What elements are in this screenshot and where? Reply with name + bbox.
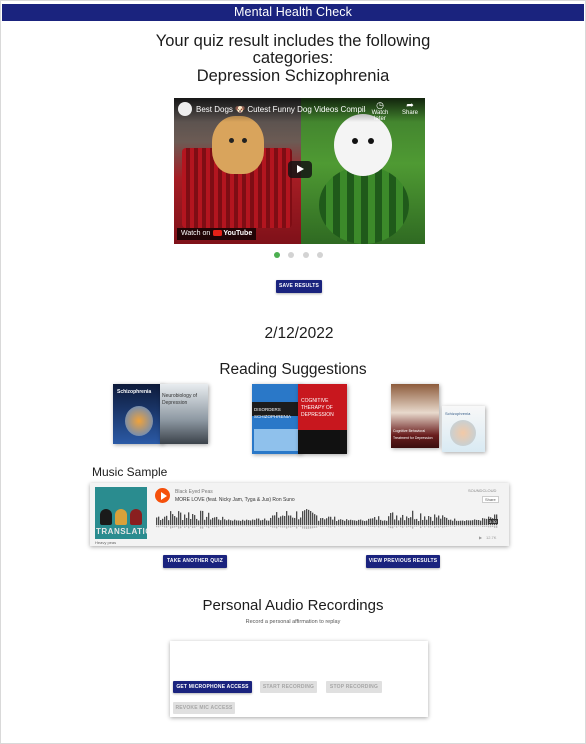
- golden-puppy: [212, 116, 264, 174]
- video-player[interactable]: Best Dogs 🐶 Cutest Funny Dog Videos Comp…: [174, 98, 425, 244]
- video-title[interactable]: Best Dogs 🐶 Cutest Funny Dog Videos Comp…: [196, 105, 366, 114]
- music-sample-label: Music Sample: [92, 465, 168, 479]
- result-categories: Depression Schizophrenia: [196, 67, 390, 85]
- waveform[interactable]: [156, 507, 498, 529]
- share-arrow-icon: ➦: [406, 100, 414, 110]
- watch-later-button[interactable]: ◷ Watch later: [367, 100, 393, 122]
- recording-panel: GET MICROPHONE ACCESS START RECORDING ST…: [170, 641, 428, 717]
- cover-credit[interactable]: Heavy peas: [95, 540, 116, 545]
- app-header: Mental Health Check: [2, 4, 584, 21]
- watch-on-youtube-button[interactable]: Watch on YouTube: [177, 228, 257, 240]
- white-puppy: [334, 114, 392, 176]
- view-previous-results-button[interactable]: VIEW PREVIOUS RESULTS: [366, 555, 440, 568]
- album-cover[interactable]: TRANSLATION: [95, 487, 147, 539]
- start-recording-button[interactable]: START RECORDING: [260, 681, 317, 693]
- book-schizophrenia-2[interactable]: Schizophrenia: [442, 406, 485, 452]
- revoke-mic-access-button[interactable]: REVOKE MIC ACCESS: [173, 702, 235, 714]
- result-date: 2/12/2022: [264, 325, 334, 342]
- play-count: 12.7K: [486, 535, 497, 540]
- stop-recording-button[interactable]: STOP RECORDING: [326, 681, 382, 693]
- book-disorders-schizophrenia[interactable]: DISORDERS SCHIZOPHRENIA: [252, 384, 301, 454]
- carousel-dot[interactable]: [303, 252, 309, 258]
- audio-recordings-title: Personal Audio Recordings: [202, 597, 384, 614]
- book-cognitive-behavioral-treatment[interactable]: Cognitive Behavioral Treatment for Depre…: [391, 384, 439, 448]
- reading-suggestions-title: Reading Suggestions: [219, 361, 367, 378]
- book-schizophrenia[interactable]: Schizophrenia: [113, 384, 163, 444]
- book-cognitive-therapy-of-depression[interactable]: COGNITIVE THERAPY OF DEPRESSION: [298, 384, 347, 454]
- track-play-button[interactable]: [155, 488, 170, 503]
- clock-icon: ◷: [376, 100, 384, 110]
- result-line-2: categories:: [252, 49, 334, 67]
- soundcloud-player[interactable]: TRANSLATION Heavy peas Black Eyed Peas M…: [90, 483, 509, 546]
- video-play-button[interactable]: [288, 161, 312, 178]
- track-title[interactable]: MORE LOVE (feat. Nicky Jam, Tyga & Jus) …: [175, 497, 295, 503]
- carousel-dot[interactable]: [288, 252, 294, 258]
- book-neurobiology-of-depression[interactable]: Neurobiology of Depression: [160, 384, 208, 444]
- audio-recordings-subtitle: Record a personal affirmation to replay: [245, 619, 341, 625]
- carousel-dot[interactable]: [274, 252, 280, 258]
- video-title-bar: Best Dogs 🐶 Cutest Funny Dog Videos Comp…: [174, 98, 425, 122]
- take-another-quiz-button[interactable]: TAKE ANOTHER QUIZ: [163, 555, 227, 568]
- get-microphone-access-button[interactable]: GET MICROPHONE ACCESS: [173, 681, 252, 693]
- quiz-result-heading: Your quiz result includes the following …: [120, 33, 466, 85]
- channel-avatar-icon[interactable]: [178, 102, 192, 116]
- save-results-button[interactable]: SAVE RESULTS: [276, 280, 322, 293]
- youtube-logo-icon: [213, 229, 223, 236]
- track-duration: 3:30: [488, 519, 498, 524]
- result-line-1: Your quiz result includes the following: [155, 32, 431, 50]
- carousel-dot[interactable]: [317, 252, 323, 258]
- soundcloud-logo[interactable]: SOUNDCLOUD: [468, 488, 496, 493]
- share-button[interactable]: ➦ Share: [398, 100, 422, 116]
- track-artist[interactable]: Black Eyed Peas: [175, 489, 213, 495]
- share-button[interactable]: Share: [482, 496, 499, 503]
- play-count-icon: ▶: [479, 535, 483, 540]
- watermelon: [319, 166, 409, 244]
